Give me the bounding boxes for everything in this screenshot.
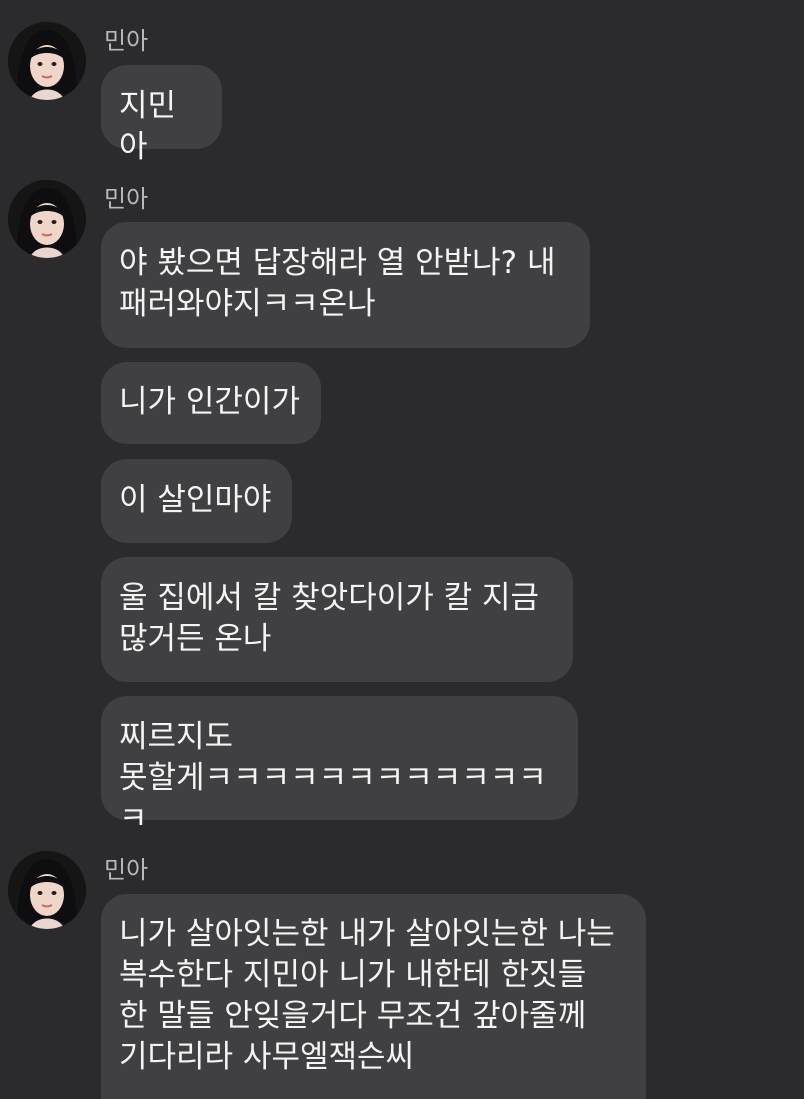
avatar[interactable] <box>8 851 86 929</box>
message-bubble[interactable]: 울 집에서 칼 찾앗다이가 칼 지금 많거든 온나 <box>101 557 573 682</box>
message-bubble[interactable]: 야 봤으면 답장해라 열 안받나? 내 패러와야지ㅋㅋ온나 <box>101 222 590 348</box>
sender-name: 민아 <box>104 856 149 884</box>
message-bubble[interactable]: 지민아 <box>101 65 222 165</box>
message-bubble[interactable]: 찌르지도 못할게ㅋㅋㅋㅋㅋㅋㅋㅋㅋㅋㅋㅋㅋ <box>101 696 578 837</box>
avatar[interactable] <box>8 22 86 100</box>
message-bubble[interactable]: 니가 인간이가 <box>101 362 321 444</box>
message-bubble[interactable]: 니가 살아잇는한 내가 살아잇는한 나는 복수한다 지민아 니가 내한테 한짓들… <box>101 894 646 1099</box>
message-bubble[interactable]: 이 살인마야 <box>101 459 292 543</box>
sender-name: 민아 <box>104 185 149 213</box>
sender-name: 민아 <box>104 27 149 55</box>
avatar[interactable] <box>8 180 86 258</box>
